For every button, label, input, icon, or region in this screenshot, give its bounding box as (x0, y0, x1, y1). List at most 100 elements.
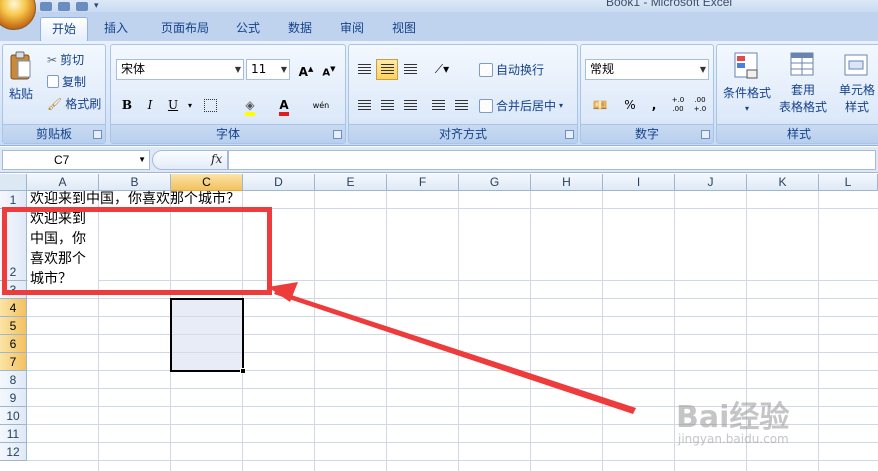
save-icon[interactable] (40, 1, 52, 11)
clipboard-dialog-launcher[interactable] (93, 130, 102, 139)
tab-page-layout[interactable]: 页面布局 (150, 17, 220, 41)
shrink-font-button[interactable]: A▼ (318, 59, 340, 80)
column-header-a[interactable]: A (27, 174, 99, 191)
decrease-indent-button[interactable] (427, 95, 449, 116)
conditional-format-button[interactable]: 条件格式 ▾ (723, 51, 771, 113)
tab-view[interactable]: 视图 (382, 17, 426, 41)
tab-insert[interactable]: 插入 (92, 17, 140, 41)
formula-input[interactable] (228, 150, 876, 170)
align-right-button[interactable] (399, 95, 421, 116)
comma-button[interactable]: , (643, 95, 665, 116)
tab-formulas[interactable]: 公式 (226, 17, 270, 41)
column-header-g[interactable]: G (459, 174, 531, 191)
align-left-button[interactable] (353, 95, 375, 116)
column-header-d[interactable]: D (243, 174, 315, 191)
borders-button[interactable] (199, 95, 221, 116)
align-bottom-button[interactable] (399, 59, 421, 80)
column-header-i[interactable]: I (603, 174, 675, 191)
orientation-button[interactable]: ⟋▾ (427, 59, 457, 80)
column-header-c[interactable]: C (171, 174, 243, 191)
formula-buttons: fx (152, 150, 228, 170)
phonetic-button[interactable]: wén (307, 95, 335, 116)
ribbon-tabs: 开始 插入 页面布局 公式 数据 审阅 视图 (0, 12, 878, 41)
cell-styles-button[interactable]: 单元格 样式 (839, 51, 875, 115)
increase-decimal-button[interactable]: +.0 .00 (667, 95, 689, 116)
font-name-value: 宋体 (121, 62, 146, 76)
undo-icon[interactable] (58, 1, 70, 11)
column-header-l[interactable]: L (819, 174, 878, 191)
select-all-corner[interactable] (0, 174, 27, 191)
font-name-combo[interactable]: 宋体 ▼ (116, 59, 244, 80)
number-dialog-launcher[interactable] (701, 130, 710, 139)
annotation-highlight-box (2, 207, 272, 295)
decrease-decimal-button[interactable]: .00 +.0 (689, 95, 711, 116)
column-header-h[interactable]: H (531, 174, 603, 191)
bold-button[interactable]: B (116, 95, 138, 116)
merge-center-button[interactable]: 合并后居中 ▾ (479, 97, 563, 114)
align-middle-button[interactable] (376, 59, 398, 80)
selected-range[interactable] (170, 298, 246, 374)
row-header-5[interactable]: 5 (0, 317, 27, 335)
column-header-b[interactable]: B (99, 174, 171, 191)
align-center-button[interactable] (376, 95, 398, 116)
row-header-6[interactable]: 6 (0, 335, 27, 353)
column-header-e[interactable]: E (315, 174, 387, 191)
tab-data[interactable]: 数据 (278, 17, 322, 41)
customize-qat-icon[interactable]: ▾ (94, 1, 99, 11)
row-header-12[interactable]: 12 (0, 443, 27, 461)
number-format-value: 常规 (590, 62, 615, 76)
number-group-title: 数字 (581, 124, 713, 143)
phonetic-label: wén (312, 101, 330, 110)
format-as-table-label-1: 套用 (791, 83, 816, 97)
align-top-button[interactable] (353, 59, 375, 80)
increase-indent-icon (454, 100, 468, 111)
copy-button[interactable]: 复制 (47, 73, 86, 90)
font-dialog-launcher[interactable] (333, 130, 342, 139)
percent-button[interactable]: % (619, 95, 641, 116)
name-box[interactable]: C7 ▼ (2, 150, 150, 170)
redo-icon[interactable] (76, 1, 88, 11)
clipboard-group-title: 剪贴板 (3, 124, 105, 143)
fill-color-button[interactable]: ◈ (239, 95, 261, 116)
tab-home[interactable]: 开始 (40, 17, 88, 41)
insert-function-icon[interactable]: fx (211, 152, 222, 166)
underline-button[interactable]: U (162, 95, 184, 116)
fill-handle[interactable] (240, 368, 246, 374)
wrap-text-button[interactable]: 自动换行 (479, 61, 544, 78)
table-format-icon (790, 52, 814, 76)
number-group: 常规 ▼ 💴 % , +.0 .00 .00 +.0 数字 (580, 44, 714, 144)
number-format-combo[interactable]: 常规 ▼ (585, 59, 709, 80)
format-as-table-button[interactable]: 套用 表格格式 (779, 51, 827, 115)
column-header-j[interactable]: J (675, 174, 747, 191)
column-header-f[interactable]: F (387, 174, 459, 191)
grow-font-button[interactable]: A▲ (295, 59, 317, 80)
row-header-8[interactable]: 8 (0, 371, 27, 389)
currency-button[interactable]: 💴 (585, 95, 615, 116)
paste-button[interactable]: 粘贴 (9, 51, 33, 102)
alignment-dialog-launcher[interactable] (565, 130, 574, 139)
row-header-7[interactable]: 7 (0, 353, 27, 371)
font-color-button[interactable]: A (273, 95, 295, 116)
font-size-combo[interactable]: 11 ▼ (246, 59, 290, 80)
cut-button[interactable]: ✂ 剪切 (47, 51, 84, 68)
conditional-format-icon (734, 52, 758, 79)
chevron-down-icon: ▼ (234, 65, 241, 74)
copy-label: 复制 (62, 75, 87, 89)
alignment-group-title: 对齐方式 (349, 124, 577, 143)
row-header-9[interactable]: 9 (0, 389, 27, 407)
cell-a1[interactable]: 欢迎来到中国，你喜欢那个城市？ (30, 191, 240, 208)
tab-review[interactable]: 审阅 (330, 17, 374, 41)
title-bar: ▾ Book1 - Microsoft Excel (0, 0, 878, 30)
watermark-url: jingyan.baidu.com (678, 432, 789, 446)
increase-indent-button[interactable] (450, 95, 472, 116)
italic-button[interactable]: I (139, 95, 161, 116)
column-header-k[interactable]: K (747, 174, 819, 191)
underline-dropdown[interactable]: ▾ (185, 95, 195, 116)
clipboard-group: 粘贴 ✂ 剪切 复制 🖌 格式刷 剪贴板 (2, 44, 106, 144)
orientation-icon: ⟋▾ (434, 62, 450, 76)
align-middle-icon (380, 64, 394, 75)
row-header-10[interactable]: 10 (0, 407, 27, 425)
format-painter-button[interactable]: 🖌 格式刷 (47, 95, 101, 112)
row-header-4[interactable]: 4 (0, 299, 27, 317)
row-header-11[interactable]: 11 (0, 425, 27, 443)
